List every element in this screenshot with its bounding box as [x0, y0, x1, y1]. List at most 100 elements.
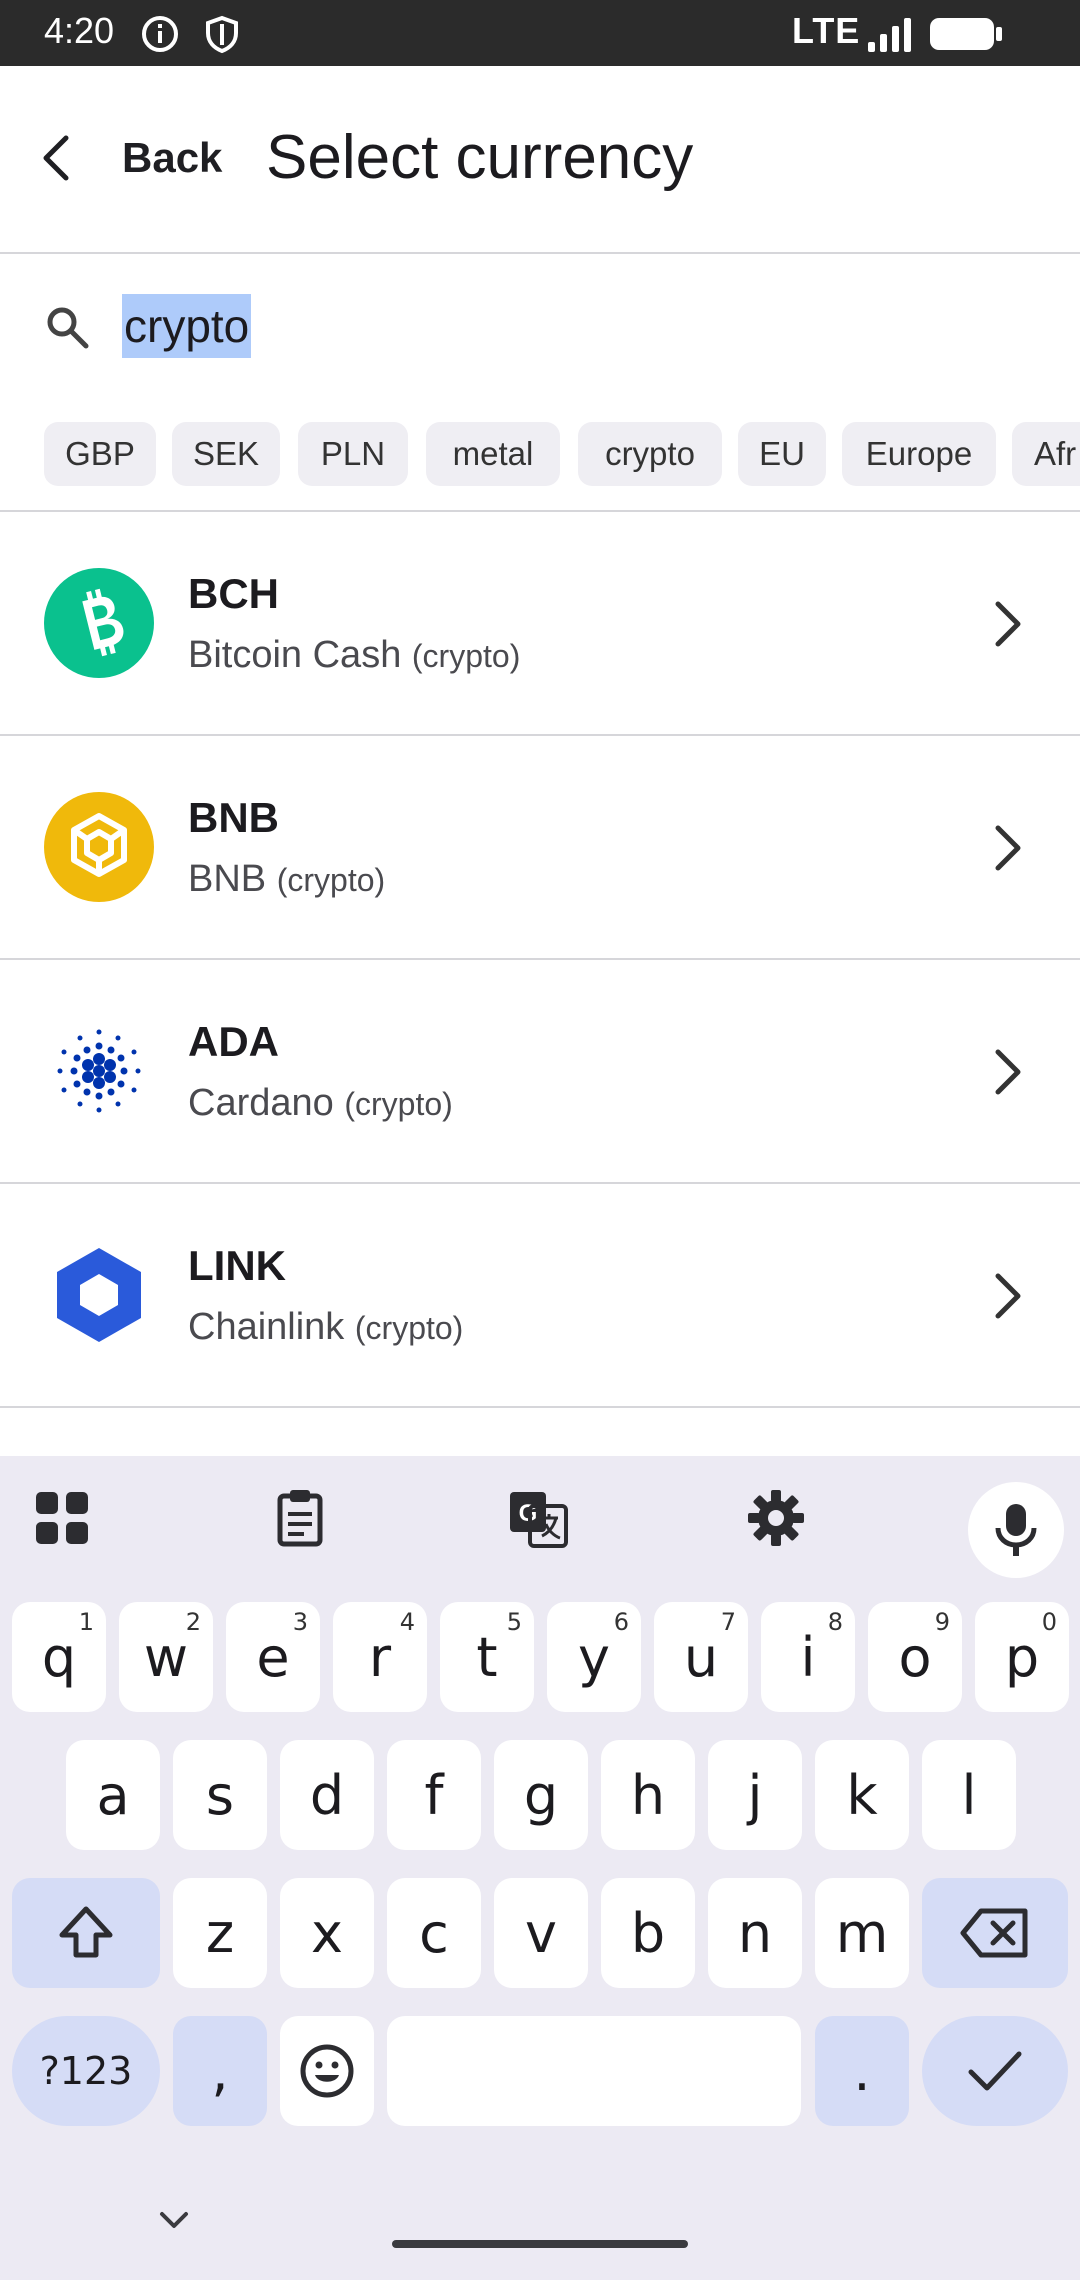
app-bar: Back Select currency — [0, 66, 1080, 254]
key-p[interactable]: p0 — [975, 1602, 1069, 1712]
settings-gear-icon[interactable] — [744, 1486, 808, 1550]
currency-tag: (crypto) — [411, 638, 521, 674]
chevron-right-icon — [995, 1049, 1021, 1095]
key-hint: 8 — [827, 1608, 843, 1636]
back-button[interactable]: Back — [30, 110, 222, 206]
key-e[interactable]: e3 — [226, 1602, 320, 1712]
currency-name: Bitcoin Cash (crypto) — [188, 634, 520, 677]
key-a[interactable]: a — [66, 1740, 160, 1850]
symbols-key[interactable]: ?123 — [12, 2016, 160, 2126]
key-l[interactable]: l — [922, 1740, 1016, 1850]
key-c[interactable]: c — [387, 1878, 481, 1988]
key-label: t — [476, 1625, 498, 1689]
currency-full-name: BNB — [188, 858, 267, 900]
backspace-key[interactable] — [922, 1878, 1068, 1988]
key-g[interactable]: g — [494, 1740, 588, 1850]
key-j[interactable]: j — [708, 1740, 802, 1850]
key-i[interactable]: i8 — [761, 1602, 855, 1712]
key-z[interactable]: z — [173, 1878, 267, 1988]
bitcoin-cash-icon — [44, 568, 154, 678]
backspace-icon — [960, 1908, 1028, 1958]
chip-sek[interactable]: SEK — [172, 422, 280, 486]
keyboard-toolbar: G — [0, 1456, 1080, 1578]
comma-key[interactable]: , — [173, 2016, 267, 2126]
chip-europe[interactable]: Europe — [842, 422, 996, 486]
currency-row-bnb[interactable]: BNB BNB (crypto) — [0, 736, 1080, 960]
search-bar[interactable]: crypto — [0, 256, 1080, 396]
hide-keyboard-icon[interactable] — [150, 2200, 198, 2240]
key-hint: 9 — [934, 1608, 950, 1636]
key-q[interactable]: q1 — [12, 1602, 106, 1712]
currency-row-link[interactable]: LINK Chainlink (crypto) — [0, 1184, 1080, 1408]
currency-code: BNB — [188, 794, 279, 841]
currency-tag: (crypto) — [276, 862, 386, 898]
search-icon — [47, 307, 89, 349]
soft-keyboard: G q1 w2 e3 r4 t5 y6 u7 i8 o9 p 0 a s d f… — [0, 1456, 1080, 2280]
currency-code: BCH — [188, 570, 279, 617]
bnb-icon — [44, 792, 154, 902]
key-hint: 2 — [185, 1608, 201, 1636]
key-u[interactable]: u7 — [654, 1602, 748, 1712]
key-h[interactable]: h — [601, 1740, 695, 1850]
key-n[interactable]: n — [708, 1878, 802, 1988]
key-hint: 6 — [613, 1608, 629, 1636]
status-time: 4:20 — [44, 10, 115, 51]
signal-icon — [868, 18, 911, 52]
chip-africa[interactable]: Afr — [1012, 422, 1080, 486]
chip-eu[interactable]: EU — [738, 422, 826, 486]
chainlink-icon — [57, 1248, 141, 1342]
cardano-icon — [57, 1029, 141, 1113]
search-input[interactable]: crypto — [122, 294, 252, 358]
currency-tag: (crypto) — [344, 1086, 453, 1122]
chip-metal[interactable]: metal — [426, 422, 560, 486]
chevron-right-icon — [995, 601, 1021, 647]
key-label: y — [578, 1625, 610, 1689]
status-bar: 4:20 LTE — [0, 0, 1080, 66]
key-k[interactable]: k — [815, 1740, 909, 1850]
key-x[interactable]: x — [280, 1878, 374, 1988]
key-m[interactable]: m — [815, 1878, 909, 1988]
period-key[interactable]: . — [815, 2016, 909, 2126]
key-b[interactable]: b — [601, 1878, 695, 1988]
key-o[interactable]: o9 — [868, 1602, 962, 1712]
enter-key[interactable] — [922, 2016, 1068, 2126]
info-icon — [142, 16, 178, 52]
translate-icon[interactable]: G — [506, 1486, 570, 1550]
chevron-right-icon — [995, 1273, 1021, 1319]
key-f[interactable]: f — [387, 1740, 481, 1850]
checkmark-icon — [968, 2051, 1022, 2091]
voice-input-button[interactable] — [968, 1482, 1064, 1578]
currency-code: ADA — [188, 1018, 279, 1065]
page-title: Select currency — [266, 123, 694, 192]
currency-full-name: Bitcoin Cash — [188, 634, 402, 676]
back-arrow-icon — [43, 135, 69, 181]
chip-pln[interactable]: PLN — [298, 422, 408, 486]
chip-crypto[interactable]: crypto — [578, 422, 722, 486]
currency-name: Cardano (crypto) — [188, 1082, 453, 1125]
currency-row-bch[interactable]: BCH Bitcoin Cash (crypto) — [0, 512, 1080, 736]
spacebar[interactable] — [387, 2016, 801, 2126]
chip-gbp[interactable]: GBP — [44, 422, 156, 486]
key-r[interactable]: r4 — [333, 1602, 427, 1712]
back-label: Back — [122, 134, 223, 181]
currency-row-ada[interactable]: ADA Cardano (crypto) — [0, 960, 1080, 1184]
currency-full-name: Cardano — [188, 1082, 334, 1124]
key-d[interactable]: d — [280, 1740, 374, 1850]
chevron-right-icon — [995, 825, 1021, 871]
shift-key[interactable] — [12, 1878, 160, 1988]
key-y[interactable]: y6 — [547, 1602, 641, 1712]
key-s[interactable]: s — [173, 1740, 267, 1850]
key-hint: 7 — [720, 1608, 736, 1636]
currency-code: LINK — [188, 1242, 286, 1289]
key-hint: 0 — [1041, 1608, 1057, 1636]
gesture-handle — [392, 2240, 688, 2248]
key-label: o — [898, 1625, 932, 1689]
clipboard-icon[interactable] — [268, 1486, 332, 1550]
key-w[interactable]: w2 — [119, 1602, 213, 1712]
key-t[interactable]: t5 — [440, 1602, 534, 1712]
key-label: r — [368, 1625, 392, 1689]
key-v[interactable]: v — [494, 1878, 588, 1988]
apps-grid-icon[interactable] — [30, 1486, 94, 1550]
emoji-key[interactable] — [280, 2016, 374, 2126]
currency-full-name: Chainlink — [188, 1306, 345, 1348]
